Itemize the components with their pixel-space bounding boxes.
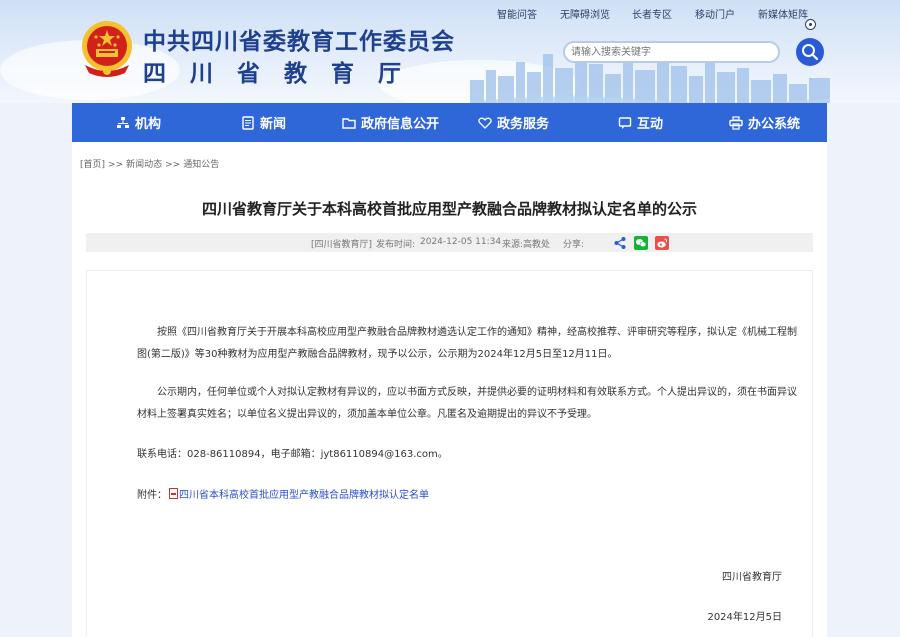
top-link-new-media[interactable]: 新媒体矩阵 (758, 9, 808, 23)
attachment-row: 附件： 四川省本科高校首批应用型产教融合品牌教材拟认定名单 (137, 486, 429, 501)
site-title: 中共四川省委教育工作委员会 (143, 29, 455, 55)
nav-item-interact[interactable]: 互动 (618, 103, 663, 142)
main-nav: 机构 新闻 政府信息公开 政务服务 互动 办公系统 (72, 103, 827, 142)
article-source: [四川省教育厅] (311, 240, 373, 250)
printer-icon (729, 115, 743, 130)
site-subtitle: 四川省教育厅 (143, 61, 425, 87)
breadcrumb-notice[interactable]: 通知公告 (183, 160, 219, 170)
article-origin: 来源:高教处 (502, 240, 551, 250)
breadcrumb-separator: >> (165, 160, 181, 170)
nav-label-gov-info: 政府信息公开 (361, 117, 440, 132)
article-paragraph: 按照《四川省教育厅关于开展本科高校应用型产教融合品牌教材遴选认定工作的通知》精神… (137, 327, 797, 360)
share-icon[interactable] (613, 236, 627, 250)
nav-label-office: 办公系统 (748, 117, 801, 132)
attachment-label: 附件： (137, 490, 167, 501)
top-link-qa[interactable]: 智能问答 (497, 9, 537, 23)
folder-icon (342, 117, 356, 129)
top-link-elderly[interactable]: 长者专区 (632, 9, 672, 23)
nav-item-org[interactable]: 机构 (116, 103, 161, 142)
nav-label-interact: 互动 (637, 117, 664, 132)
breadcrumb-home[interactable]: [首页] (80, 160, 105, 170)
article-paragraph: 公示期内，任何单位或个人对拟认定教材有异议的，应以书面方式反映，并提供必要的证明… (137, 387, 797, 420)
nav-item-office[interactable]: 办公系统 (729, 103, 800, 142)
nav-label-gov-service: 政务服务 (497, 117, 550, 132)
top-link-accessibility[interactable]: 无障碍浏览 (560, 9, 610, 23)
article-title: 四川省教育厅关于本科高校首批应用型产教融合品牌教材拟认定名单的公示 (201, 200, 697, 218)
org-icon (117, 116, 129, 128)
new-media-icon[interactable] (805, 19, 816, 30)
nav-item-news[interactable]: 新闻 (241, 103, 286, 142)
publish-date: 2024年12月5日 (707, 612, 782, 623)
article-body: 按照《四川省教育厅关于开展本科高校应用型产教融合品牌教材遴选认定工作的通知》精神… (86, 270, 813, 637)
nav-label-news: 新闻 (260, 117, 287, 132)
publish-time: 2024-12-05 11:34 (420, 237, 502, 247)
publish-label: 发布时间: (376, 240, 416, 250)
attachment-link[interactable]: 四川省本科高校首批应用型产教融合品牌教材拟认定名单 (179, 486, 429, 501)
signature: 四川省教育厅 (722, 572, 782, 583)
breadcrumb-news[interactable]: 新闻动态 (126, 160, 162, 170)
weibo-icon[interactable] (655, 236, 669, 250)
share-label: 分享: (563, 240, 585, 250)
contact-info: 联系电话：028-86110894，电子邮箱：jyt86110894@163.c… (137, 449, 448, 460)
news-icon (242, 115, 254, 130)
breadcrumb: [首页] >> 新闻动态 >> 通知公告 (80, 157, 219, 170)
nav-label-org: 机构 (135, 117, 162, 132)
national-emblem-logo (82, 21, 132, 77)
wechat-icon[interactable] (634, 236, 648, 250)
search-input[interactable] (563, 41, 780, 63)
service-icon (478, 117, 492, 129)
article-meta-bar: [四川省教育厅] 发布时间: 2024-12-05 11:34 来源:高教处 分… (86, 233, 813, 252)
chat-icon (618, 116, 632, 129)
nav-item-gov-service[interactable]: 政务服务 (478, 103, 549, 142)
search-button[interactable] (796, 38, 824, 66)
top-link-mobile[interactable]: 移动门户 (695, 9, 735, 23)
breadcrumb-separator: >> (108, 160, 124, 170)
nav-item-gov-info[interactable]: 政府信息公开 (342, 103, 439, 142)
search-icon (802, 44, 819, 61)
header-banner: 智能问答 无障碍浏览 长者专区 移动门户 新媒体矩阵 中共四川省委教育工作委员会… (0, 0, 900, 103)
top-links-bar: 智能问答 无障碍浏览 长者专区 移动门户 新媒体矩阵 (0, 9, 900, 30)
content-panel: [首页] >> 新闻动态 >> 通知公告 四川省教育厅关于本科高校首批应用型产教融合品牌… (72, 142, 827, 637)
pdf-file-icon (169, 488, 178, 499)
